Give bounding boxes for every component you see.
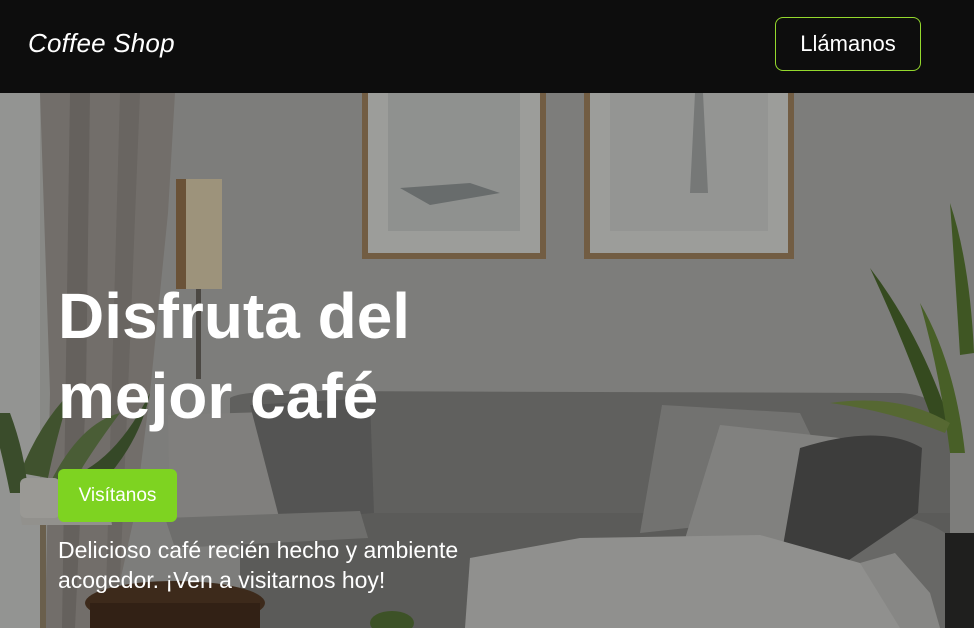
visit-button[interactable]: Visítanos xyxy=(58,469,177,522)
brand-logo[interactable]: Coffee Shop xyxy=(28,28,175,59)
hero-description: Delicioso café recién hecho y ambiente a… xyxy=(58,537,459,593)
call-button[interactable]: Llámanos xyxy=(775,17,921,71)
hero-section: Disfruta del mejor café Visítanos Delici… xyxy=(0,93,974,628)
navbar: Coffee Shop Llámanos xyxy=(0,0,974,93)
hero-title: Disfruta del mejor café xyxy=(58,280,411,432)
